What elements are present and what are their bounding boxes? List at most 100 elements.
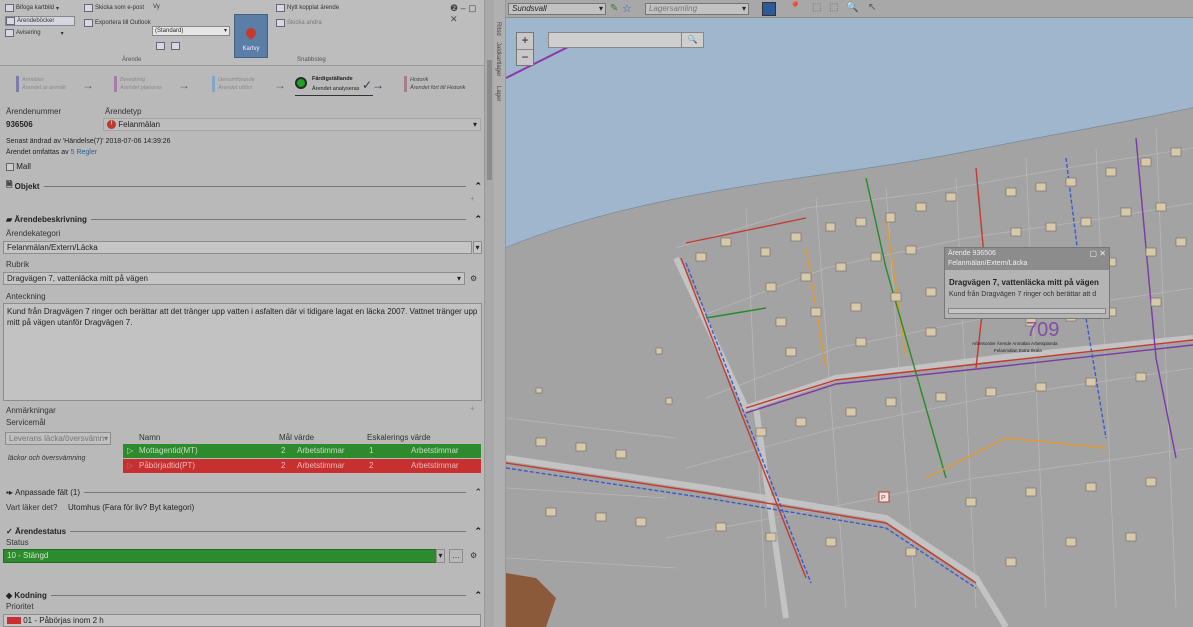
zoom-area-icon[interactable]: 🔍 <box>846 2 858 13</box>
checkmark-arrow-icon: ✓→ <box>362 78 385 92</box>
chevron-down-icon: ▾ <box>472 120 477 129</box>
prioritet-label: Prioritet <box>6 602 34 611</box>
omfattas-text: Ärendet omfattas av 5 Regler <box>6 149 98 156</box>
location-select[interactable]: Sundsvall ▾ <box>508 3 606 15</box>
gear-icon[interactable]: ⚙ <box>470 274 477 283</box>
alert-icon: ! <box>107 120 116 130</box>
grid-icon[interactable] <box>156 42 165 50</box>
skicka-andra-button[interactable]: Skicka andra <box>276 19 322 27</box>
chevron-down-icon: ▾ <box>56 5 60 12</box>
scrollbar-thumb[interactable] <box>487 60 492 180</box>
gear-icon[interactable]: ⚙ <box>470 551 477 560</box>
workflow-step-beredning[interactable]: Beredning Ärendet planeras <box>114 76 162 92</box>
custom-fields-icon: ▪▸ <box>6 487 13 497</box>
arrow-right-icon: → <box>274 78 286 92</box>
chevron-down-icon: ▾ <box>223 28 227 34</box>
add-icon[interactable]: + <box>470 404 475 413</box>
map-tool-icon[interactable] <box>762 2 776 16</box>
anteckning-textarea[interactable]: Kund från Dragvägen 7 ringer och berätta… <box>3 303 482 401</box>
tab-ritsd[interactable]: Ritsd <box>495 22 501 36</box>
vy-select[interactable]: (Standard) ▾ <box>152 26 230 36</box>
zoom-in-button[interactable]: + <box>517 33 533 49</box>
arrow-right-icon: → <box>178 78 190 92</box>
regler-link[interactable]: 5 Regler <box>71 149 97 156</box>
workflow-step-historik[interactable]: Historik Ärendet fört till Historik <box>404 76 465 92</box>
active-step-icon <box>295 77 307 89</box>
table-row[interactable]: ▷ Mottagentid(MT) 2 Arbetstimmar 1 Arbet… <box>123 444 481 458</box>
expand-icon[interactable]: ▷ <box>127 446 133 455</box>
status-more-button[interactable]: … <box>449 549 463 563</box>
exportera-outlook-button[interactable]: Exportera till Outlook <box>84 19 151 27</box>
star-icon[interactable]: ☆ <box>622 2 632 15</box>
chevron-down-icon: ▾ <box>103 434 108 443</box>
workflow-step-anmalan[interactable]: Anmälan Ärendet är anmält <box>16 76 66 92</box>
popup-header: Ärende 936506 Felanmälan/Extern/Läcka ▢ … <box>945 248 1109 270</box>
arendekategori-field[interactable]: Felanmälan/Extern/Läcka <box>3 241 472 254</box>
map-view[interactable]: Sundsvall▾ ✎ ☆ Lagersamling▾ 📍 ⬚ ⬚ 🔍 ↖ <box>506 0 1193 627</box>
section-arendebeskrivning[interactable]: ▰ Ärendebeskrivning ⌃ <box>6 213 482 225</box>
arendeboker-button[interactable]: Ärendeböcker <box>5 16 76 26</box>
section-anpassade-falt[interactable]: ▪▸ Anpassade fält (1) ⌃ <box>6 486 482 498</box>
select-area-icon[interactable]: ⬚ <box>829 2 838 13</box>
status-select[interactable]: 10 - Stängd <box>3 549 445 563</box>
pin-tool-icon[interactable]: 📍 <box>789 2 801 13</box>
chevron-down-icon: ▾ <box>741 4 746 13</box>
servicemal-select[interactable]: Leverans läcka/översvämn ▾ <box>5 432 111 445</box>
anteckning-label: Anteckning <box>6 292 46 301</box>
status-dropdown-button[interactable]: ▾ <box>436 549 445 563</box>
tab-lager[interactable]: Lager <box>495 86 501 101</box>
comment-icon: ▰ <box>6 214 13 224</box>
bifoga-kartbild-button[interactable]: Bifoga kartbild ▾ <box>5 4 59 12</box>
vart-laker-label: Vart läker det? <box>6 503 58 512</box>
tag-icon: ◆ <box>6 590 13 600</box>
chevron-up-icon[interactable]: ⌃ <box>474 487 482 498</box>
mall-checkbox[interactable]: Mall <box>6 162 31 171</box>
avisering-button[interactable]: Avisering ▾ <box>5 29 64 37</box>
arendetyp-select[interactable]: ! Felanmälan ▾ <box>103 118 481 131</box>
section-arendestatus[interactable]: ✓ Ärendestatus ⌃ <box>6 525 482 537</box>
map-search-input[interactable] <box>549 33 681 47</box>
search-icon[interactable]: 🔍 <box>681 33 703 47</box>
chevron-up-icon[interactable]: ⌃ <box>474 590 482 601</box>
status-label: Status <box>6 538 29 547</box>
layer-select[interactable]: Lagersamling ▾ <box>645 3 749 15</box>
section-objekt[interactable]: 🗎 Objekt ⌃ <box>6 180 482 192</box>
add-icon[interactable]: + <box>470 194 475 203</box>
kartvy-button[interactable]: Kartvy <box>234 14 268 58</box>
service-table-header: Namn Mål värde Eskalerings värde <box>139 433 431 442</box>
prioritet-select[interactable]: 01 - Påbörjas inom 2 h <box>3 614 481 627</box>
vart-laker-value[interactable]: Utomhus (Fara för liv? Byt kategori) <box>68 503 194 512</box>
panel-scrollbar[interactable] <box>484 0 494 627</box>
chevron-up-icon[interactable]: ⌃ <box>474 181 482 192</box>
select-rect-icon[interactable]: ⬚ <box>812 2 821 13</box>
ribbon: Bifoga kartbild ▾ Ärendeböcker Avisering ▾… <box>0 0 484 66</box>
overlay-text-2: Felanmälan Extra Skala <box>994 348 1042 353</box>
cursor-icon[interactable]: ↖ <box>868 2 876 13</box>
kategori-dropdown-button[interactable]: ▾ <box>473 241 482 254</box>
map-canvas[interactable]: 709 Arbetsorder Ärende Anmälan Arbetspla… <box>506 18 1193 627</box>
map-pin-icon <box>243 25 259 41</box>
workflow-steps: Anmälan Ärendet är anmält → Beredning Ären… <box>0 66 484 104</box>
map-marker-label: P <box>881 495 886 502</box>
nytt-kopplat-arende-button[interactable]: Nytt kopplat ärende <box>276 4 339 12</box>
table-row[interactable]: ▷ Påbörjadtid(PT) 2 Arbetstimmar 2 Arbet… <box>123 459 481 473</box>
map-search: 🔍 <box>548 32 704 48</box>
book-icon <box>6 17 15 25</box>
popup-close-icon[interactable]: ▢ ✕ <box>1090 249 1106 259</box>
group-label-snabbsteg: Snabbsteg <box>297 57 326 63</box>
popup-scrollbar[interactable] <box>948 308 1106 314</box>
rubrik-field[interactable]: Dragvägen 7, vattenläcka mitt på vägen ▾ <box>3 272 465 285</box>
tab-jaldkartlager[interactable]: Jaldkartlager <box>495 42 501 76</box>
popup-title: Dragvägen 7, vattenläcka mitt på vägen <box>949 278 1099 287</box>
pen-icon[interactable]: ✎ <box>610 3 618 14</box>
workflow-step-genomforande[interactable]: Genomförande Ärendet utförs <box>212 76 255 92</box>
window-icon[interactable] <box>171 42 180 50</box>
chevron-up-icon[interactable]: ⌃ <box>474 526 482 537</box>
side-tabs: Ritsd Jaldkartlager Lager <box>494 0 506 627</box>
chevron-up-icon[interactable]: ⌃ <box>474 214 482 225</box>
section-kodning[interactable]: ◆ Kodning ⌃ <box>6 589 482 601</box>
skicka-epost-button[interactable]: Skicka som e-post <box>84 4 144 12</box>
expand-icon[interactable]: ▷ <box>127 461 133 470</box>
zoom-out-button[interactable]: − <box>517 49 533 65</box>
window-controls[interactable]: ❷ – ▢ ✕ <box>450 3 484 25</box>
